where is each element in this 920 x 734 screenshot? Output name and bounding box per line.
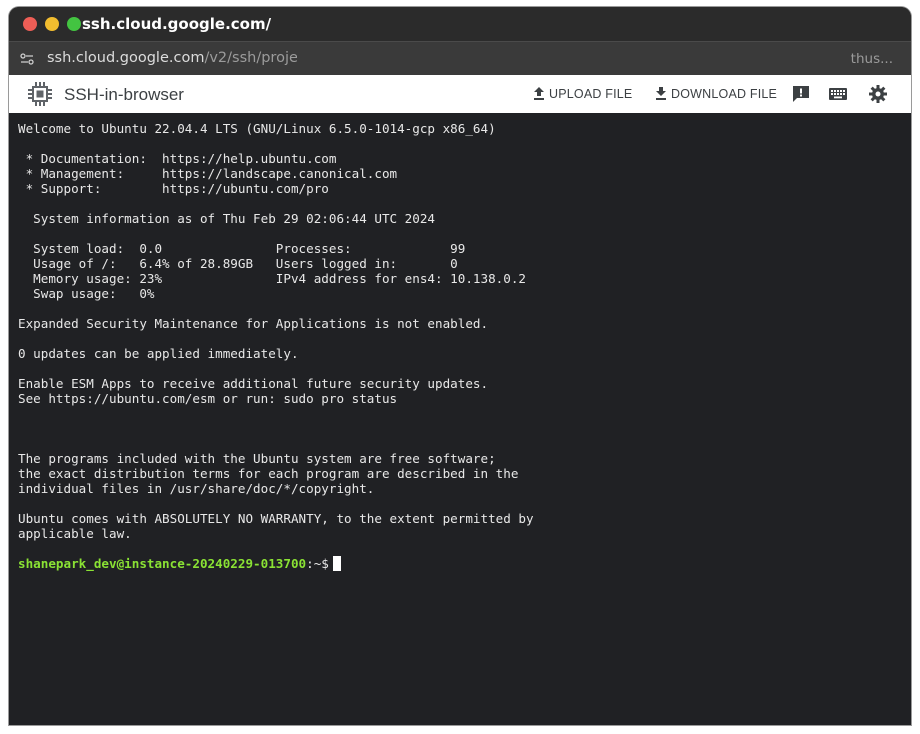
terminal-line: * Support: https://ubuntu.com/pro <box>18 181 329 196</box>
terminal-line: See https://ubuntu.com/esm or run: sudo … <box>18 391 398 406</box>
terminal-cursor <box>332 556 341 571</box>
upload-file-button[interactable]: UPLOAD FILE <box>532 86 632 101</box>
terminal-line: Memory usage: 23% IPv4 address for ens4:… <box>18 271 526 286</box>
window-title: ssh.cloud.google.com/ <box>82 15 272 33</box>
terminal-line: Enable ESM Apps to receive additional fu… <box>18 376 489 391</box>
prompt-user-host: shanepark_dev@instance-20240229-013700 <box>18 556 307 571</box>
prompt-path: :~$ <box>306 556 329 571</box>
terminal-line: individual files in /usr/share/doc/*/cop… <box>18 481 375 496</box>
terminal-line: The programs included with the Ubuntu sy… <box>18 451 496 466</box>
url-host: ssh.cloud.google.com <box>47 50 205 66</box>
terminal-prompt[interactable]: shanepark_dev@instance-20240229-013700:~… <box>18 556 911 571</box>
feedback-icon[interactable] <box>791 84 811 104</box>
ssh-toolbar: SSH-in-browser UPLOAD FILE DOWNLOAD FILE <box>9 75 911 113</box>
close-window-button[interactable] <box>23 17 37 31</box>
terminal-line: applicable law. <box>18 526 132 541</box>
browser-window: ssh.cloud.google.com/ ssh.cloud.google.c… <box>9 7 911 725</box>
minimize-window-button[interactable] <box>45 17 59 31</box>
chip-icon <box>28 82 52 106</box>
download-file-label: DOWNLOAD FILE <box>671 86 778 101</box>
terminal-line: Usage of /: 6.4% of 28.89GB Users logged… <box>18 256 458 271</box>
app-title: SSH-in-browser <box>64 85 184 104</box>
terminal-line: System information as of Thu Feb 29 02:0… <box>18 211 436 226</box>
address-bar[interactable]: ssh.cloud.google.com/v2/ssh/projects thu… <box>9 41 911 76</box>
terminal-output: Welcome to Ubuntu 22.04.4 LTS (GNU/Linux… <box>18 121 911 556</box>
upload-icon <box>534 87 544 100</box>
terminal-line: 0 updates can be applied immediately. <box>18 346 299 361</box>
terminal-line: Ubuntu comes with ABSOLUTELY NO WARRANTY… <box>18 511 534 526</box>
keyboard-icon[interactable] <box>828 84 848 104</box>
settings-gear-icon[interactable] <box>868 84 888 104</box>
title-bar: ssh.cloud.google.com/ <box>9 7 911 41</box>
terminal[interactable]: Welcome to Ubuntu 22.04.4 LTS (GNU/Linux… <box>9 113 911 725</box>
terminal-line: * Management: https://landscape.canonica… <box>18 166 398 181</box>
terminal-line: System load: 0.0 Processes: 99 <box>18 241 466 256</box>
terminal-line: * Documentation: https://help.ubuntu.com <box>18 151 337 166</box>
upload-file-label: UPLOAD FILE <box>549 86 633 101</box>
site-settings-icon[interactable] <box>20 52 34 66</box>
terminal-line: Expanded Security Maintenance for Applic… <box>18 316 489 331</box>
url-path: /v2/ssh/projects <box>204 50 297 66</box>
terminal-line: Welcome to Ubuntu 22.04.4 LTS (GNU/Linux… <box>18 121 496 136</box>
download-file-button[interactable]: DOWNLOAD FILE <box>654 86 777 101</box>
download-icon <box>656 87 666 100</box>
terminal-line: the exact distribution terms for each pr… <box>18 466 519 481</box>
maximize-window-button[interactable] <box>67 17 81 31</box>
terminal-line: Swap usage: 0% <box>18 286 155 301</box>
url-right-text: thus... <box>850 51 893 67</box>
url-text[interactable]: ssh.cloud.google.com/v2/ssh/projects <box>47 50 297 66</box>
